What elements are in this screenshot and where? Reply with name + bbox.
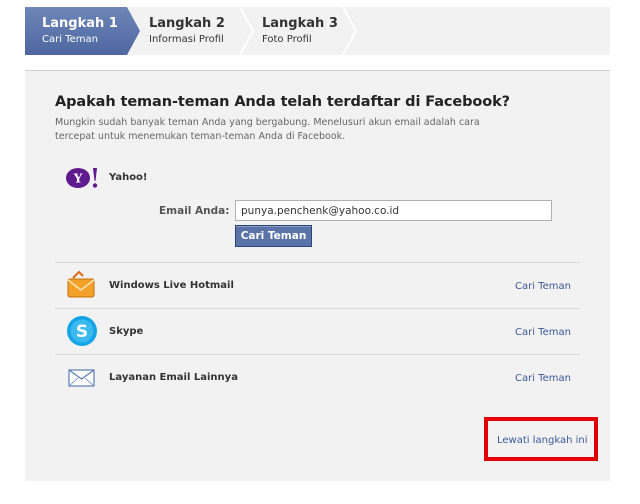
step-1-title: Langkah 1 xyxy=(42,16,118,31)
step-2-title: Langkah 2 xyxy=(149,16,225,31)
step-3-title: Langkah 3 xyxy=(262,16,338,31)
yahoo-logo-icon: Y xyxy=(66,168,98,188)
svg-text:S: S xyxy=(76,322,88,342)
hotmail-icon xyxy=(67,270,95,298)
page-description: Mungkin sudah banyak teman Anda yang ber… xyxy=(55,117,480,142)
step-3-subtitle: Foto Profil xyxy=(262,34,312,45)
step-1-subtitle: Cari Teman xyxy=(42,34,98,45)
divider xyxy=(55,308,580,309)
yahoo-find-friends-button[interactable]: Cari Teman xyxy=(235,225,312,247)
step-2-separator xyxy=(239,7,255,55)
step-2-subtitle: Informasi Profil xyxy=(149,34,224,45)
provider-other-email-label: Layanan Email Lainnya xyxy=(109,372,238,383)
skype-find-friends-link[interactable]: Cari Teman xyxy=(515,327,571,338)
email-field[interactable] xyxy=(235,200,552,221)
yahoo-label: Yahoo! xyxy=(109,172,148,183)
svg-text:Y: Y xyxy=(73,172,83,186)
page-title: Apakah teman-teman Anda telah terdaftar … xyxy=(55,94,510,110)
step-3[interactable]: Langkah 3 Foto Profil xyxy=(262,15,338,47)
provider-hotmail-label: Windows Live Hotmail xyxy=(109,280,234,291)
email-field-label: Email Anda: xyxy=(159,205,230,217)
skip-highlight-box: Lewati langkah ini xyxy=(484,417,598,461)
divider xyxy=(55,262,580,263)
skype-icon: S xyxy=(67,316,97,346)
divider xyxy=(55,354,580,355)
provider-skype-label: Skype xyxy=(109,326,144,337)
skip-step-link[interactable]: Lewati langkah ini xyxy=(497,435,587,446)
envelope-icon xyxy=(68,369,95,387)
step-1[interactable]: Langkah 1 Cari Teman xyxy=(42,15,118,47)
step-progress-bar: Langkah 1 Cari Teman Langkah 2 Informasi… xyxy=(25,7,610,55)
other-email-find-friends-link[interactable]: Cari Teman xyxy=(515,373,571,384)
step-2[interactable]: Langkah 2 Informasi Profil xyxy=(149,15,225,47)
hotmail-find-friends-link[interactable]: Cari Teman xyxy=(515,281,571,292)
find-friends-panel: Apakah teman-teman Anda telah terdaftar … xyxy=(25,70,610,481)
step-3-separator xyxy=(342,7,358,55)
